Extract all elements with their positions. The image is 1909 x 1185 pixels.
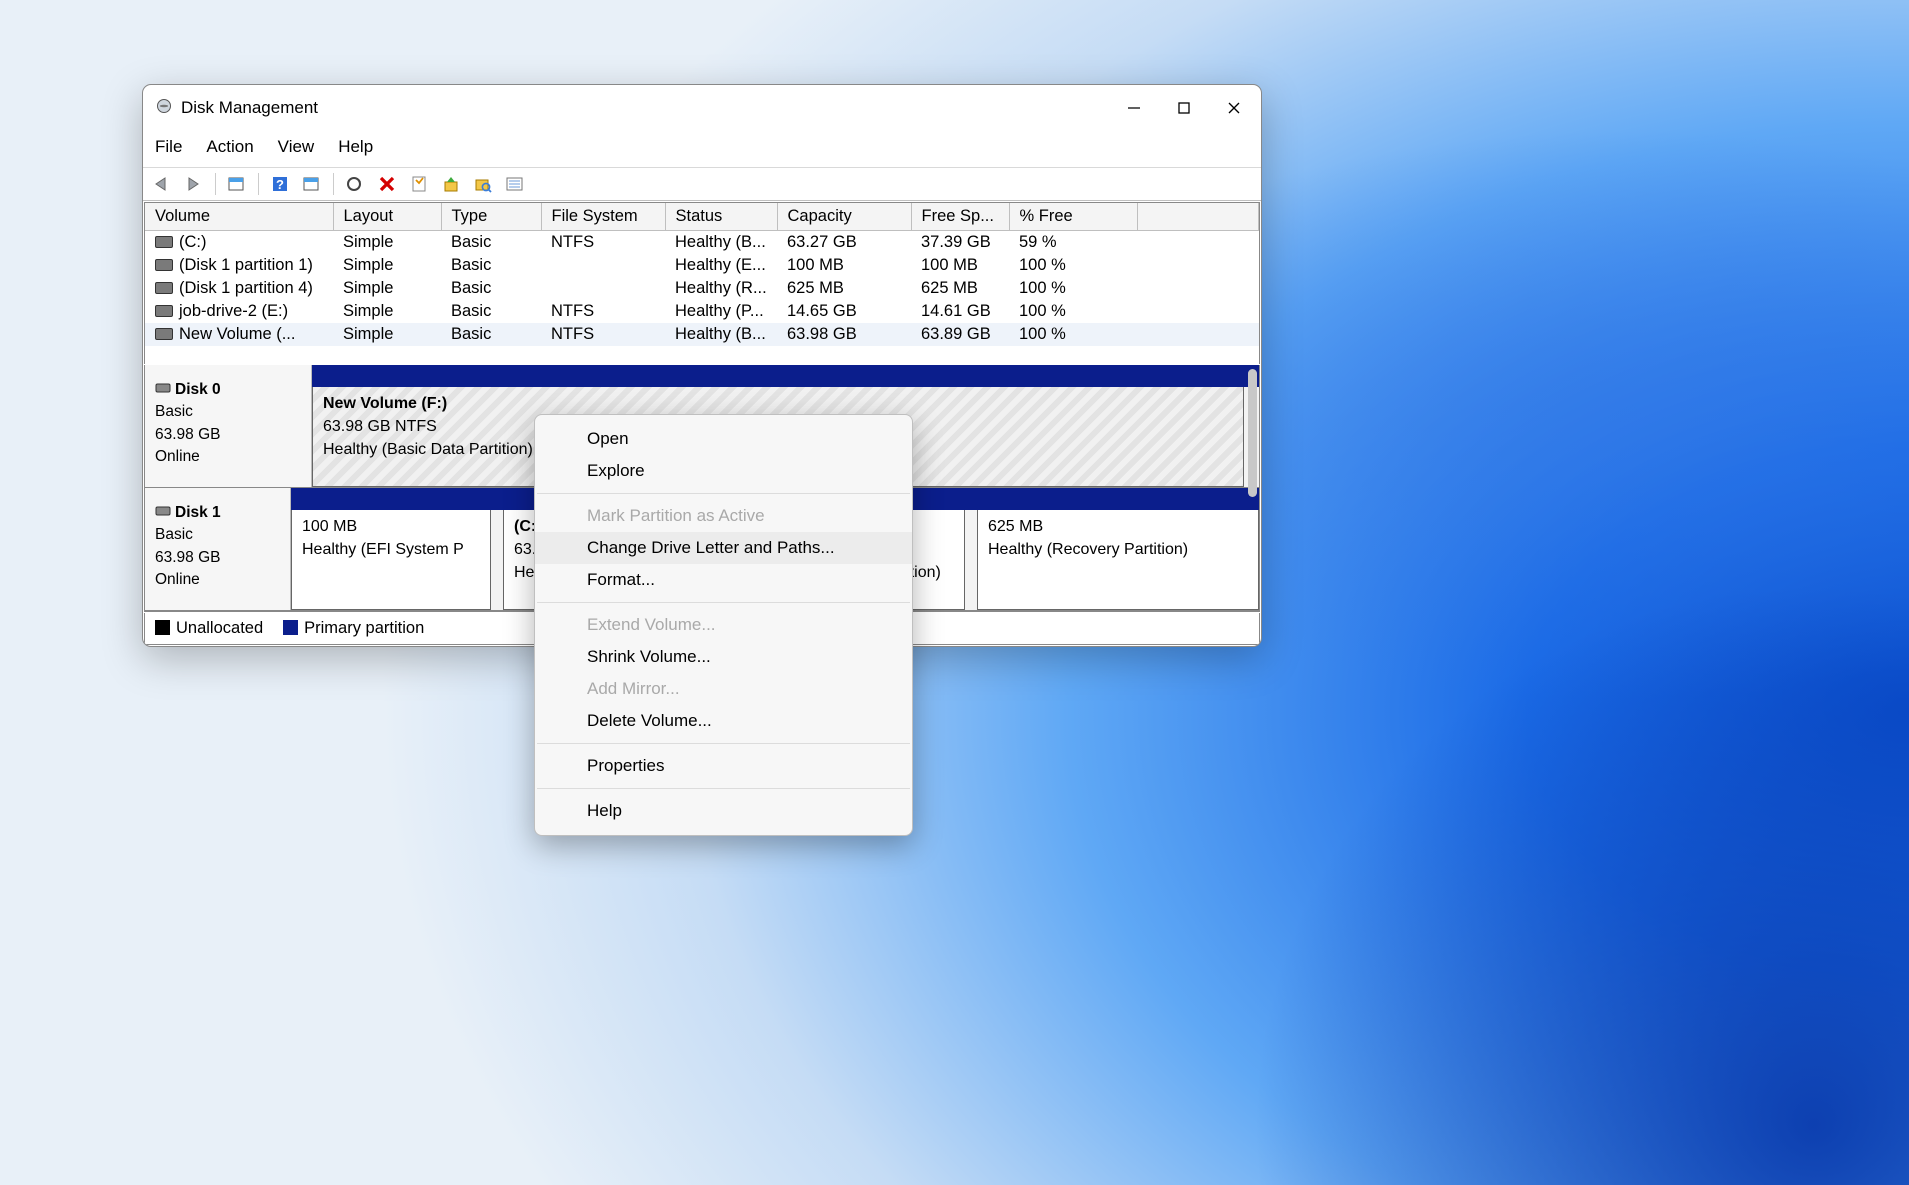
column-header[interactable]: Volume [145, 203, 333, 231]
column-header[interactable]: Layout [333, 203, 441, 231]
volume-row[interactable]: job-drive-2 (E:)SimpleBasicNTFSHealthy (… [145, 300, 1259, 323]
context-menu-item: Add Mirror... [535, 673, 912, 705]
menu-file[interactable]: File [155, 137, 182, 157]
panel2-icon[interactable] [299, 171, 325, 197]
scrollbar-thumb[interactable] [1248, 369, 1257, 497]
volume-row[interactable]: (Disk 1 partition 4)SimpleBasicHealthy (… [145, 277, 1259, 300]
column-header[interactable]: Type [441, 203, 541, 231]
delete-icon[interactable] [374, 171, 400, 197]
list-icon[interactable] [502, 171, 528, 197]
context-menu-item[interactable]: Properties [535, 750, 912, 782]
column-header[interactable]: File System [541, 203, 665, 231]
partition[interactable]: 625 MBHealthy (Recovery Partition) [977, 510, 1259, 610]
svg-text:?: ? [276, 177, 284, 192]
maximize-button[interactable] [1159, 85, 1209, 131]
window-title: Disk Management [181, 98, 318, 118]
context-menu-item[interactable]: Shrink Volume... [535, 641, 912, 673]
context-menu-item[interactable]: Format... [535, 564, 912, 596]
swatch-primary [283, 620, 298, 635]
menubar: File Action View Help [143, 131, 1261, 167]
context-menu-item: Extend Volume... [535, 609, 912, 641]
partition[interactable]: 100 MBHealthy (EFI System P [291, 510, 491, 610]
context-menu-item[interactable]: Open [535, 423, 912, 455]
context-menu-item: Mark Partition as Active [535, 500, 912, 532]
context-menu-item[interactable]: Delete Volume... [535, 705, 912, 737]
titlebar[interactable]: Disk Management [143, 85, 1261, 131]
volume-row[interactable]: (C:)SimpleBasicNTFSHealthy (B...63.27 GB… [145, 231, 1259, 255]
context-menu-item[interactable]: Explore [535, 455, 912, 487]
find-icon[interactable] [470, 171, 496, 197]
swatch-unallocated [155, 620, 170, 635]
menu-action[interactable]: Action [206, 137, 253, 157]
properties-icon[interactable] [406, 171, 432, 197]
context-menu-item[interactable]: Help [535, 795, 912, 827]
disk-info[interactable]: Disk 1Basic63.98 GBOnline [145, 488, 291, 610]
volume-row[interactable]: (Disk 1 partition 1)SimpleBasicHealthy (… [145, 254, 1259, 277]
volume-row[interactable]: New Volume (...SimpleBasicNTFSHealthy (B… [145, 323, 1259, 346]
refresh-icon[interactable] [342, 171, 368, 197]
column-header[interactable]: Capacity [777, 203, 911, 231]
disk-info[interactable]: Disk 0Basic63.98 GBOnline [145, 365, 312, 487]
forward-icon[interactable] [181, 171, 207, 197]
menu-view[interactable]: View [278, 137, 315, 157]
column-header[interactable]: Free Sp... [911, 203, 1009, 231]
column-header[interactable]: Status [665, 203, 777, 231]
context-menu-item[interactable]: Change Drive Letter and Paths... [535, 532, 912, 564]
back-icon[interactable] [149, 171, 175, 197]
context-menu[interactable]: OpenExplore Mark Partition as ActiveChang… [534, 414, 913, 836]
volume-list[interactable]: VolumeLayoutTypeFile SystemStatusCapacit… [144, 202, 1260, 364]
app-icon [155, 97, 173, 119]
close-button[interactable] [1209, 85, 1259, 131]
column-header[interactable]: % Free [1009, 203, 1137, 231]
up-icon[interactable] [438, 171, 464, 197]
toolbar: ? [143, 167, 1261, 201]
help-icon[interactable]: ? [267, 171, 293, 197]
panel-icon[interactable] [224, 171, 250, 197]
minimize-button[interactable] [1109, 85, 1159, 131]
menu-help[interactable]: Help [338, 137, 373, 157]
